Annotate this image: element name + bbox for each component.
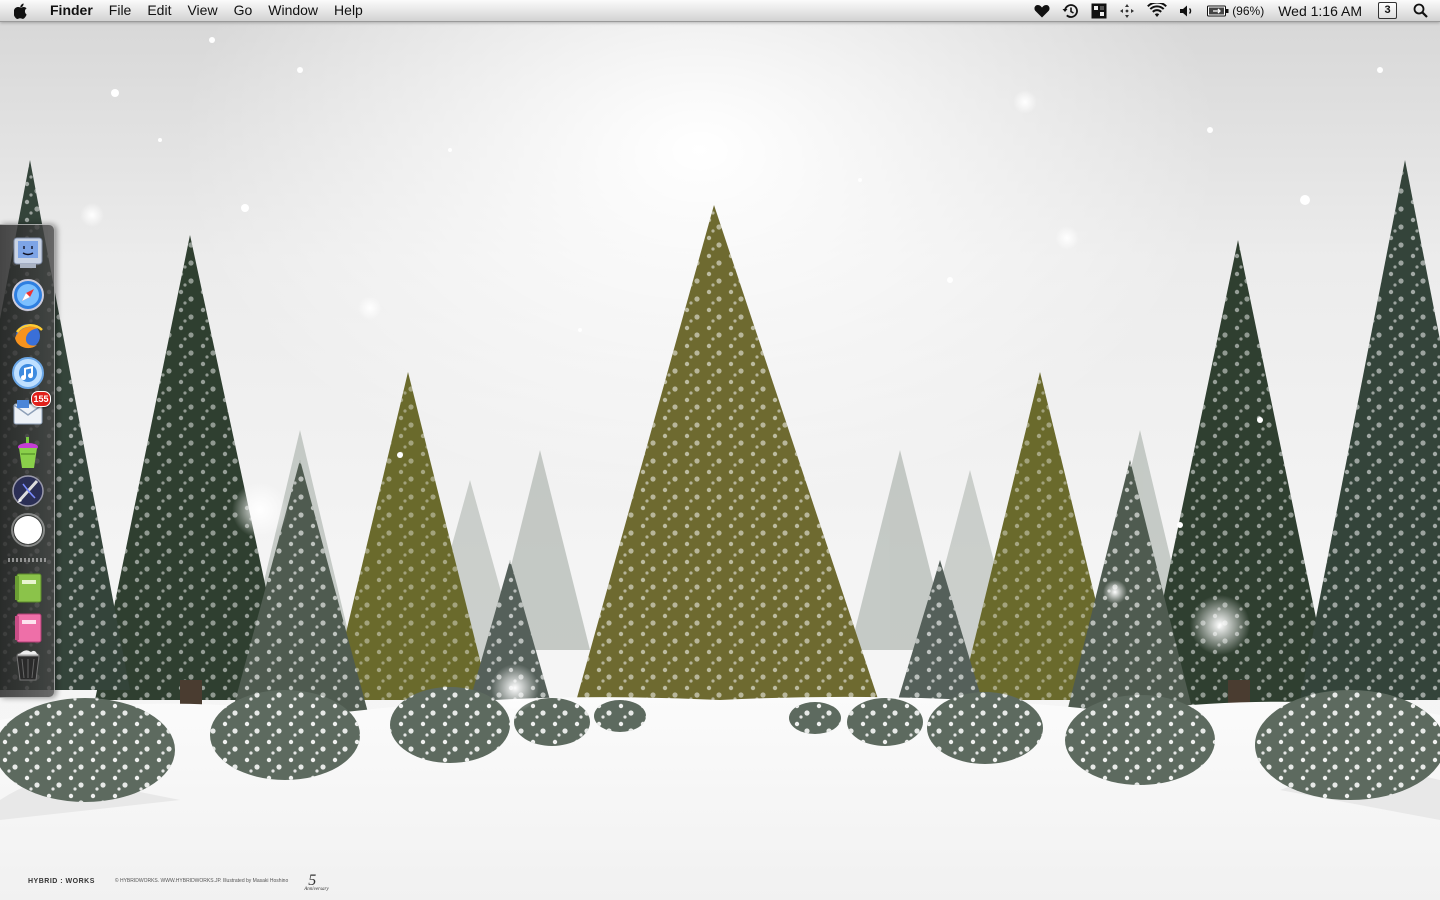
finder-icon[interactable] bbox=[9, 235, 47, 271]
spaces-indicator[interactable]: 3 bbox=[1372, 0, 1403, 21]
menu-app-finder[interactable]: Finder bbox=[42, 0, 101, 21]
menu-help[interactable]: Help bbox=[326, 0, 371, 21]
center-christmas-tree bbox=[575, 205, 880, 705]
pen-tool-app-icon[interactable] bbox=[9, 473, 47, 509]
dock: 155 bbox=[0, 224, 55, 698]
mail-icon[interactable]: 155 bbox=[9, 391, 51, 431]
wallpaper-credits: HYBRID : WORKS © HYBRIDWORKS. WWW.HYBRID… bbox=[28, 872, 329, 892]
wallpaper-brand: HYBRID : WORKS bbox=[28, 877, 95, 885]
menu-bar: Finder File Edit View Go Window Help (96… bbox=[0, 0, 1440, 22]
firefox-like-browser-icon[interactable] bbox=[9, 317, 47, 353]
time-machine-icon[interactable] bbox=[1056, 0, 1085, 21]
safari-icon[interactable] bbox=[9, 277, 47, 313]
green-notebook-icon[interactable] bbox=[9, 570, 47, 606]
glowing-orb-app-icon[interactable] bbox=[9, 512, 47, 548]
desktop-wallpaper bbox=[0, 0, 1440, 900]
winter-forest-scene bbox=[0, 37, 1440, 900]
apple-logo-icon[interactable] bbox=[0, 0, 42, 21]
menu-view[interactable]: View bbox=[179, 0, 225, 21]
dock-separator bbox=[8, 558, 46, 562]
pink-notebook-icon[interactable] bbox=[9, 610, 47, 646]
itunes-icon[interactable] bbox=[9, 355, 47, 391]
anniversary-word: Anniversary bbox=[304, 887, 329, 892]
menu-edit[interactable]: Edit bbox=[139, 0, 179, 21]
battery-status[interactable]: (96%) bbox=[1201, 0, 1270, 21]
trash-icon[interactable] bbox=[9, 647, 47, 683]
spaces-number: 3 bbox=[1378, 2, 1397, 19]
menubar-clock[interactable]: Wed 1:16 AM bbox=[1270, 0, 1372, 21]
volume-icon[interactable] bbox=[1173, 0, 1201, 21]
spotlight-search-icon[interactable] bbox=[1403, 0, 1440, 21]
menu-window[interactable]: Window bbox=[260, 0, 326, 21]
wallpaper-copyright: © HYBRIDWORKS. WWW.HYBRIDWORKS.JP. Illus… bbox=[114, 878, 289, 884]
mail-unread-badge: 155 bbox=[31, 391, 51, 407]
heart-icon[interactable] bbox=[1028, 0, 1056, 21]
battery-percentage: (96%) bbox=[1232, 3, 1265, 18]
drink-cup-app-icon[interactable] bbox=[9, 435, 47, 471]
menu-file[interactable]: File bbox=[101, 0, 140, 21]
menu-go[interactable]: Go bbox=[226, 0, 261, 21]
tiles-icon[interactable] bbox=[1085, 0, 1113, 21]
wifi-icon[interactable] bbox=[1141, 0, 1173, 21]
battery-icon bbox=[1207, 5, 1229, 17]
move-arrows-icon[interactable] bbox=[1113, 0, 1141, 21]
anniversary-mark: 5 Anniversary bbox=[304, 872, 328, 892]
